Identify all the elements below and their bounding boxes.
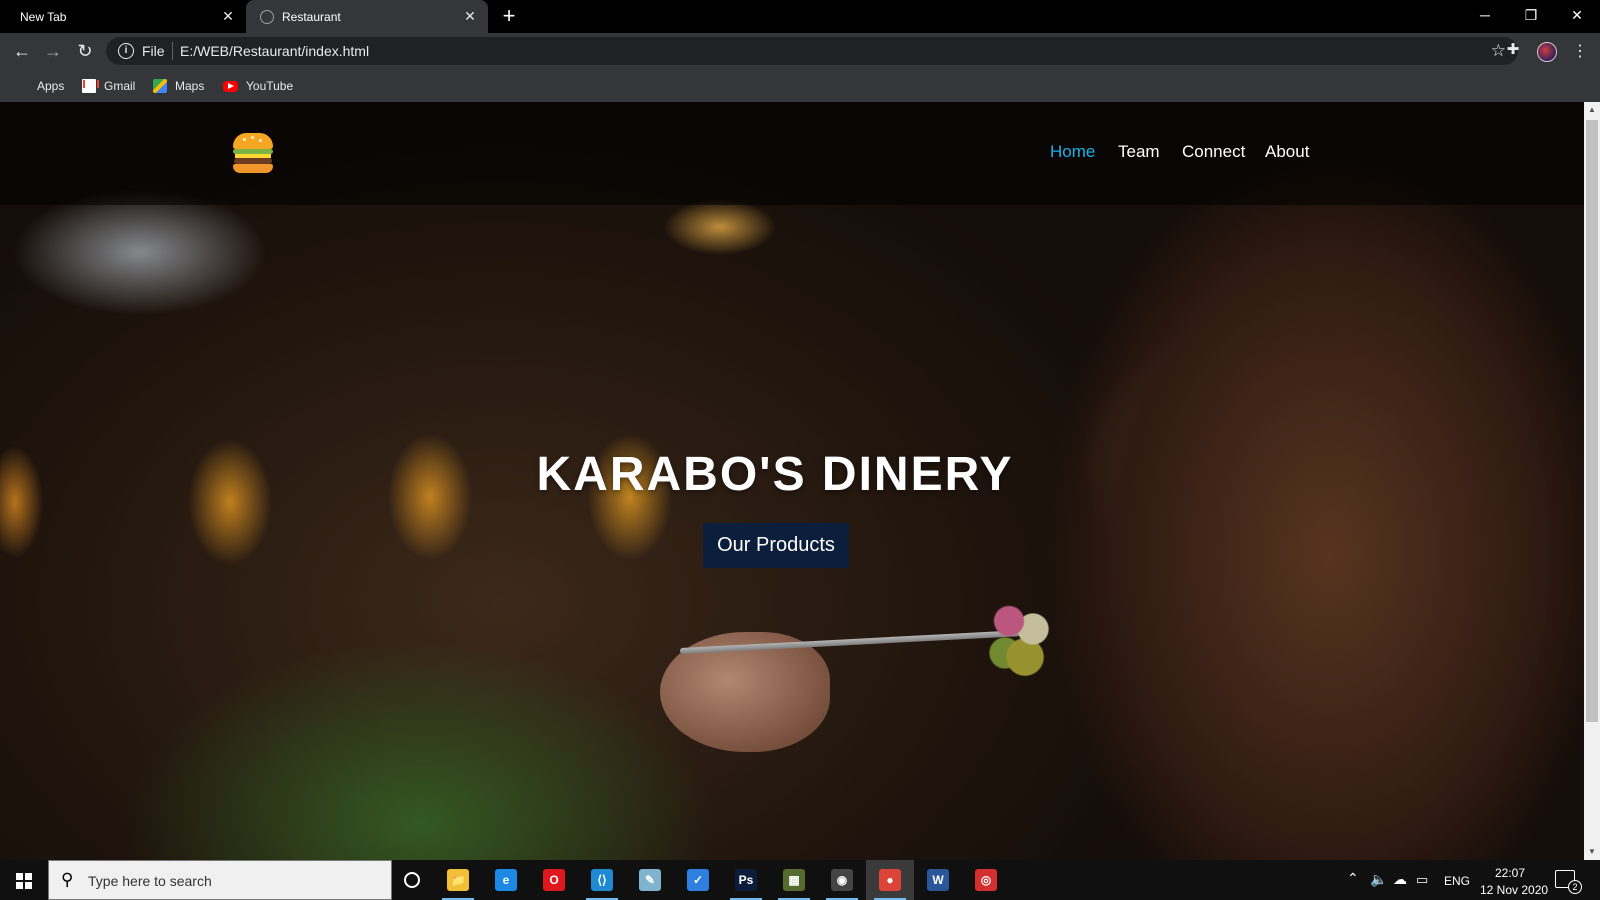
info-icon[interactable]: i xyxy=(118,43,134,59)
hero-section: Home Team Connect About KARABO'S DINERY … xyxy=(0,102,1584,860)
chevron-up-icon[interactable]: ⌃ xyxy=(1347,870,1359,900)
taskbar-app-vscode[interactable]: ⟨⟩ xyxy=(578,860,626,900)
new-tab-button[interactable]: + xyxy=(498,5,520,27)
bookmark-label: Maps xyxy=(175,79,205,93)
cortana-circle-icon[interactable] xyxy=(404,872,420,888)
forward-arrow-icon[interactable]: → xyxy=(41,39,65,63)
gmail-icon xyxy=(82,79,99,93)
site-header: Home Team Connect About xyxy=(0,102,1584,205)
edge-icon: e xyxy=(495,869,517,891)
taskbar-app-photos[interactable]: ▦ xyxy=(770,860,818,900)
word-icon: W xyxy=(927,869,949,891)
search-placeholder: Type here to search xyxy=(88,873,212,889)
clock-time[interactable]: 22:07 xyxy=(1495,866,1525,880)
bookmark-label: Apps xyxy=(37,79,65,93)
todo-icon: ✓ xyxy=(687,869,709,891)
nav-home[interactable]: Home xyxy=(1050,142,1095,164)
chrome-icon: ● xyxy=(879,869,901,891)
close-icon[interactable]: ✕ xyxy=(462,8,478,24)
opera-icon: O xyxy=(543,869,565,891)
bookmarks-bar: Apps Gmail Maps YouTube xyxy=(0,69,1600,102)
kebab-menu-icon[interactable]: ⋮ xyxy=(1572,41,1588,61)
profile-avatar[interactable] xyxy=(1537,42,1557,62)
photoshop-icon: Ps xyxy=(735,869,757,891)
taskbar-app-media[interactable]: ◉ xyxy=(818,860,866,900)
tab-restaurant[interactable]: Restaurant ✕ xyxy=(246,0,488,33)
taskbar-app-photoshop[interactable]: Ps xyxy=(722,860,770,900)
taskbar-app-recorder[interactable]: ◎ xyxy=(962,860,1010,900)
close-icon[interactable]: ✕ xyxy=(220,8,236,24)
globe-icon xyxy=(260,10,274,24)
restore-button[interactable]: ❐ xyxy=(1508,0,1554,30)
taskbar-app-word[interactable]: W xyxy=(914,860,962,900)
search-icon: ⚲ xyxy=(61,870,74,889)
minimize-button[interactable]: ─ xyxy=(1462,0,1508,30)
page-scrollbar[interactable]: ▲ ▼ xyxy=(1584,102,1600,860)
scrollbar-thumb[interactable] xyxy=(1586,120,1598,722)
nav-team[interactable]: Team xyxy=(1118,142,1160,164)
photos-icon: ▦ xyxy=(783,869,805,891)
nav-connect[interactable]: Connect xyxy=(1182,142,1245,164)
file-explorer-icon: 📁 xyxy=(447,869,469,891)
browser-toolbar: ← → ↻ i File E:/WEB/Restaurant/index.htm… xyxy=(0,33,1600,69)
window-close-button[interactable]: ✕ xyxy=(1554,0,1600,30)
nav-about[interactable]: About xyxy=(1265,142,1309,164)
clock-date[interactable]: 12 Nov 2020 xyxy=(1480,883,1548,897)
bookmark-maps[interactable]: Maps xyxy=(153,77,204,95)
burger-icon[interactable] xyxy=(233,133,273,173)
onedrive-cloud-icon[interactable]: ☁ xyxy=(1393,871,1407,900)
tab-title: New Tab xyxy=(20,9,67,24)
taskbar-app-chrome[interactable]: ● xyxy=(866,860,914,900)
apps-grid-icon xyxy=(15,79,29,93)
url-text[interactable]: E:/WEB/Restaurant/index.html xyxy=(180,43,369,59)
notepad-icon: ✎ xyxy=(639,869,661,891)
bookmark-label: YouTube xyxy=(246,79,294,93)
taskbar-app-notepad[interactable]: ✎ xyxy=(626,860,674,900)
youtube-icon xyxy=(223,80,238,92)
bookmark-apps[interactable]: Apps xyxy=(15,77,64,95)
taskbar-app-edge[interactable]: e xyxy=(482,860,530,900)
network-icon[interactable]: ▭ xyxy=(1416,872,1428,900)
bookmark-youtube[interactable]: YouTube xyxy=(223,77,293,95)
media-icon: ◉ xyxy=(831,869,853,891)
address-bar[interactable]: i File E:/WEB/Restaurant/index.html ☆ xyxy=(106,37,1518,65)
reload-icon[interactable]: ↻ xyxy=(73,39,97,63)
bookmark-gmail[interactable]: Gmail xyxy=(82,77,135,95)
our-products-button[interactable]: Our Products xyxy=(703,523,849,568)
notification-count: 2 xyxy=(1568,880,1582,894)
volume-muted-icon[interactable]: 🔈 xyxy=(1370,871,1387,900)
taskbar-app-file-explorer[interactable]: 📁 xyxy=(434,860,482,900)
scroll-up-arrow-icon[interactable]: ▲ xyxy=(1584,102,1600,118)
extensions-puzzle-icon[interactable]: ✚ xyxy=(1503,40,1523,58)
tab-strip: New Tab ✕ Restaurant ✕ + ─ ❐ ✕ xyxy=(0,0,1600,33)
bookmark-label: Gmail xyxy=(104,79,136,93)
back-arrow-icon[interactable]: ← xyxy=(10,39,34,63)
taskbar-app-opera[interactable]: O xyxy=(530,860,578,900)
maps-icon xyxy=(153,79,167,93)
start-button[interactable] xyxy=(0,860,48,900)
scroll-down-arrow-icon[interactable]: ▼ xyxy=(1584,844,1600,860)
recorder-icon: ◎ xyxy=(975,869,997,891)
taskbar-search[interactable]: ⚲ Type here to search xyxy=(48,860,392,900)
hero-title: KARABO'S DINERY xyxy=(536,448,1014,501)
url-scheme: File xyxy=(142,43,165,59)
windows-taskbar: ⚲ Type here to search 📁 e O ⟨⟩ ✎ ✓ Ps ▦ ◉ ● W ◎ ⌃ 🔈… xyxy=(0,860,1600,900)
divider xyxy=(172,42,173,60)
windows-logo-icon xyxy=(16,873,32,889)
taskbar-app-todo[interactable]: ✓ xyxy=(674,860,722,900)
vscode-icon: ⟨⟩ xyxy=(591,869,613,891)
tab-new-tab[interactable]: New Tab ✕ xyxy=(0,0,246,33)
language-indicator[interactable]: ENG xyxy=(1444,874,1470,900)
